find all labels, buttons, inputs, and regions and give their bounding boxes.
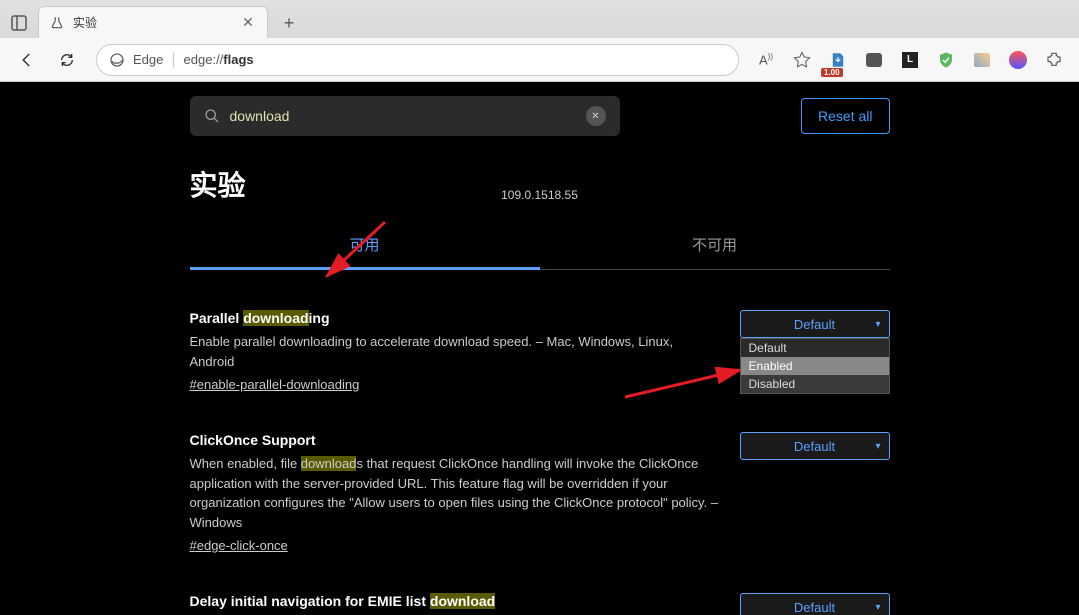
favorite-icon[interactable] <box>787 45 817 75</box>
version-label: 109.0.1518.55 <box>190 188 890 202</box>
flag-title: ClickOnce Support <box>190 432 720 448</box>
flag-anchor[interactable]: #enable-parallel-downloading <box>190 377 720 392</box>
edge-icon <box>109 52 125 68</box>
tabs-row: 可用 不可用 <box>190 222 890 270</box>
ext-icon-avatar[interactable] <box>1003 45 1033 75</box>
tab-actions-icon[interactable] <box>4 8 34 38</box>
search-icon <box>204 108 220 124</box>
dropdown-option[interactable]: Disabled <box>741 375 889 393</box>
flag-item: Parallel downloading Enable parallel down… <box>190 310 890 392</box>
search-box[interactable]: ✕ <box>190 96 620 136</box>
ext-icon-shield[interactable] <box>931 45 961 75</box>
addr-source-label: Edge <box>133 52 163 67</box>
flag-title: Delay initial navigation for EMIE list d… <box>190 593 720 609</box>
ext-icon-2[interactable]: L <box>895 45 925 75</box>
flag-item: ClickOnce Support When enabled, file down… <box>190 432 890 553</box>
flag-select[interactable]: Default <box>740 310 890 338</box>
back-button[interactable] <box>10 43 44 77</box>
flag-title: Parallel downloading <box>190 310 720 326</box>
clear-icon[interactable]: ✕ <box>586 106 606 126</box>
dropdown-option[interactable]: Enabled <box>741 357 889 375</box>
flag-description: When enabled, file downloads that reques… <box>190 454 720 532</box>
flag-anchor[interactable]: #edge-click-once <box>190 538 720 553</box>
flags-page: ✕ Reset all 实验 109.0.1518.55 可用 不可用 Para… <box>0 82 1079 615</box>
browser-tab-strip: 实验 ✕ + <box>0 0 1079 38</box>
flag-description: Enable parallel downloading to accelerat… <box>190 332 720 371</box>
page-title: 实验 <box>190 164 246 204</box>
dropdown-option[interactable]: Default <box>741 339 889 357</box>
reset-all-button[interactable]: Reset all <box>801 98 889 134</box>
search-input[interactable] <box>230 108 576 124</box>
flag-select[interactable]: Default <box>740 593 890 615</box>
download-badge: 1.00 <box>821 68 843 77</box>
browser-tab[interactable]: 实验 ✕ <box>38 6 268 38</box>
address-field[interactable]: Edge | edge://flags <box>96 44 739 76</box>
ext-icon-1[interactable] <box>859 45 889 75</box>
extensions-icon[interactable] <box>1039 45 1069 75</box>
new-tab-button[interactable]: + <box>274 8 304 38</box>
read-aloud-icon[interactable]: A)) <box>751 45 781 75</box>
flag-dropdown: DefaultEnabledDisabled <box>740 338 890 394</box>
addr-separator: | <box>171 51 175 69</box>
address-bar: Edge | edge://flags A)) 1.00 L <box>0 38 1079 82</box>
flag-select[interactable]: Default <box>740 432 890 460</box>
close-icon[interactable]: ✕ <box>239 14 257 32</box>
addr-url: edge://flags <box>184 52 254 67</box>
flag-item: Delay initial navigation for EMIE list d… <box>190 593 890 615</box>
refresh-button[interactable] <box>50 43 84 77</box>
tab-available[interactable]: 可用 <box>190 222 540 270</box>
download-manager-icon[interactable]: 1.00 <box>823 45 853 75</box>
flask-icon <box>49 15 65 31</box>
tab-title: 实验 <box>73 14 231 31</box>
tab-unavailable[interactable]: 不可用 <box>540 222 890 269</box>
ext-icon-picture[interactable] <box>967 45 997 75</box>
